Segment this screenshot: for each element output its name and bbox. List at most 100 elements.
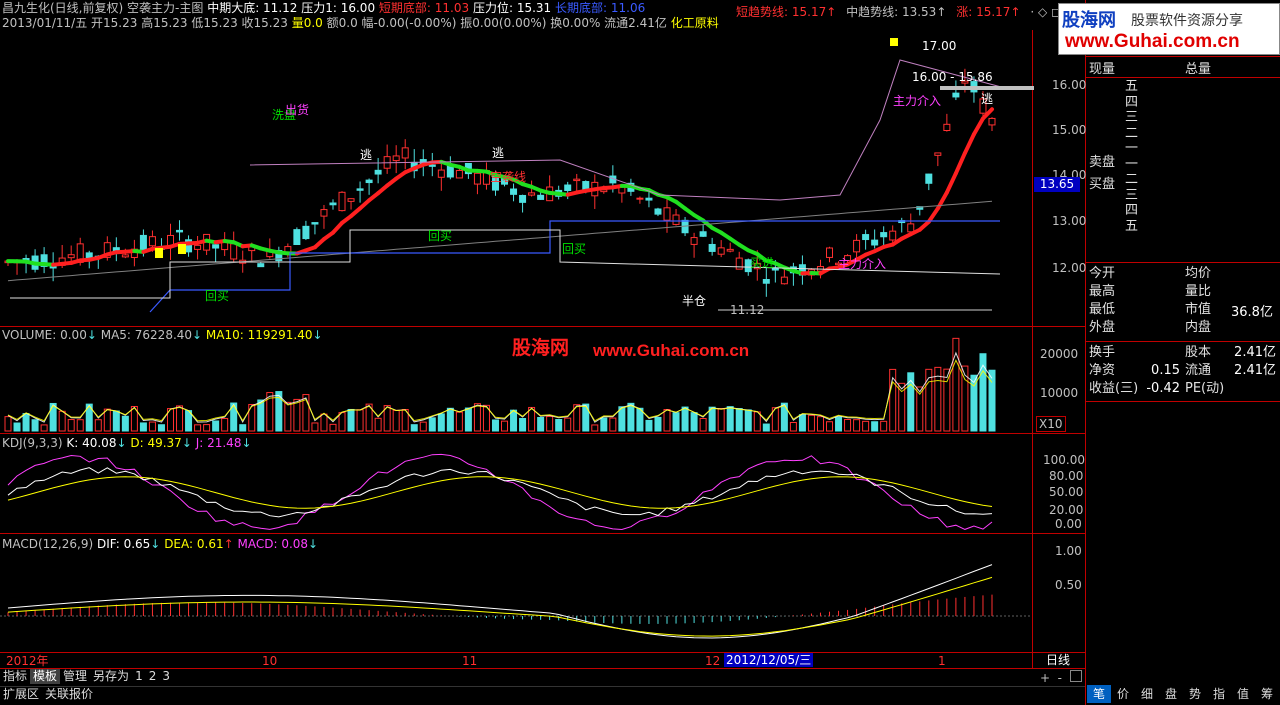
candle-body <box>663 207 671 221</box>
fund-netasset-value: 0.15 <box>1151 363 1180 378</box>
signal-box-1 <box>155 248 163 258</box>
market-cap-value: 36.8亿 <box>1231 305 1273 320</box>
volume-bar <box>816 416 824 432</box>
volume-bar <box>4 416 12 432</box>
price-tick-16: 16.00 <box>1052 78 1087 92</box>
tab-related-quotes[interactable]: 关联报价 <box>42 687 96 702</box>
sell-level-5: 五 <box>1125 79 1139 94</box>
volume-bar <box>807 414 815 432</box>
volume-bar <box>40 424 48 432</box>
volume-bar <box>798 414 806 432</box>
buy-level-5: 五 <box>1125 218 1139 234</box>
volume-bar <box>293 398 301 432</box>
tab-save-as[interactable]: 另存为 <box>90 669 132 684</box>
volume-bar <box>374 417 382 432</box>
volume-bar <box>329 423 337 432</box>
buy-side-label: 买盘 <box>1089 177 1116 192</box>
macd-title: MACD(12,26,9) <box>2 537 94 551</box>
tab-page-1[interactable]: 1 <box>132 669 146 684</box>
tab-manage[interactable]: 管理 <box>60 669 90 684</box>
tao-marker-1: 逃 <box>360 148 373 162</box>
volume-bar <box>347 408 355 432</box>
volume-bar <box>31 419 39 432</box>
kdj-tick-0: 0.00 <box>1055 517 1082 531</box>
current-volume-label: 现量 <box>1089 62 1116 77</box>
kdj-d: D: 49.37 <box>130 436 182 450</box>
candle-body <box>121 254 129 258</box>
maijin-marker: 买进 <box>750 256 775 270</box>
stat-volratio: 量比 <box>1185 284 1212 299</box>
volume-bar <box>58 410 66 432</box>
kdj-tick-100: 100.00 <box>1043 453 1085 467</box>
btn-trend[interactable]: 势 <box>1183 685 1207 703</box>
volume-bar <box>194 424 202 432</box>
tab-template[interactable]: 模板 <box>30 669 61 684</box>
pressure1-value: 压力1: 16.00 <box>301 1 376 15</box>
candle-body <box>392 155 400 162</box>
fund-right-values: 2.41亿 2.41亿 <box>1228 344 1276 380</box>
volume-bar <box>338 412 346 432</box>
sell-level-1: 一 <box>1125 141 1139 156</box>
volume-bar <box>356 409 364 432</box>
volume-bar <box>880 420 888 432</box>
btn-index[interactable]: 指 <box>1207 685 1231 703</box>
candle-body <box>528 192 536 196</box>
candle-body <box>880 232 888 238</box>
volume-bar <box>428 417 436 432</box>
logo-url: www.Guhai.com.cn <box>1065 31 1240 52</box>
volume-bar <box>835 416 843 432</box>
signal-box-3 <box>890 38 898 46</box>
range-band <box>940 86 1034 90</box>
volume-chart[interactable] <box>4 337 996 432</box>
volume-bar <box>690 412 698 432</box>
candle-body <box>934 152 942 156</box>
volume-info: 量0.0 <box>291 16 323 30</box>
btn-chips[interactable]: 筹 <box>1255 685 1279 703</box>
btn-price[interactable]: 价 <box>1111 685 1135 703</box>
macd-chart[interactable] <box>0 564 1032 639</box>
site-logo[interactable]: 股海网 股票软件资源分享 www.Guhai.com.cn <box>1058 3 1280 55</box>
trend-line-segment <box>935 190 949 211</box>
btn-value[interactable]: 值 <box>1231 685 1255 703</box>
kdj-chart[interactable] <box>7 453 993 531</box>
volume-bar <box>844 418 852 432</box>
btn-detail[interactable]: 细 <box>1135 685 1159 703</box>
price-tick-15: 15.00 <box>1052 123 1087 137</box>
volume-bar <box>726 406 734 432</box>
long-bottom-value: 长期底部: 11.06 <box>555 1 646 15</box>
btn-book[interactable]: 盘 <box>1159 685 1183 703</box>
trend-header: 短趋势线: 15.17↑ 中趋势线: 13.53↑ 涨: 15.17↑ · ◇ … <box>736 5 1061 19</box>
tab-extension[interactable]: 扩展区 <box>0 687 42 702</box>
btn-trades[interactable]: 笔 <box>1087 685 1111 703</box>
volume-bar <box>654 416 662 432</box>
volume-bar <box>22 413 30 432</box>
tab-page-3[interactable]: 3 <box>159 669 173 684</box>
candle-body <box>672 214 680 225</box>
candle-body <box>176 229 184 233</box>
stats-left: 今开 最高 最低 外盘 <box>1089 265 1115 337</box>
volume-bar <box>564 417 572 432</box>
volume-bar <box>473 403 481 432</box>
volume-bar <box>762 423 770 432</box>
tab-indicator[interactable]: 指标 <box>0 669 30 684</box>
candle-body <box>455 169 463 179</box>
volume-bar <box>148 421 156 432</box>
date-label-10: 10 <box>262 654 278 668</box>
macd-header: MACD(12,26,9) DIF: 0.65↓ DEA: 0.61↑ MACD… <box>2 537 319 551</box>
period-label[interactable]: 日线 <box>1046 653 1070 667</box>
candle-body <box>311 222 319 225</box>
trend-line-segment <box>953 151 967 176</box>
volume-bar <box>970 374 978 432</box>
watermark-name: 股海网 <box>512 337 570 359</box>
candle-body <box>148 236 156 247</box>
amount-info: 额0.0 幅-0.00(-0.00%) 振0.00(0.00%) 换0.00% … <box>326 16 667 30</box>
volume-bar <box>528 406 536 432</box>
volume-bar <box>555 419 563 432</box>
zoom-controls[interactable]: + - <box>1040 670 1082 685</box>
volume-bar <box>907 372 915 432</box>
resistance-line <box>249 59 1006 201</box>
candle-body <box>690 237 698 245</box>
price-tick-12: 12.00 <box>1052 261 1087 275</box>
tab-page-2[interactable]: 2 <box>146 669 160 684</box>
macd-dea: DEA: 0.61 <box>164 537 224 551</box>
